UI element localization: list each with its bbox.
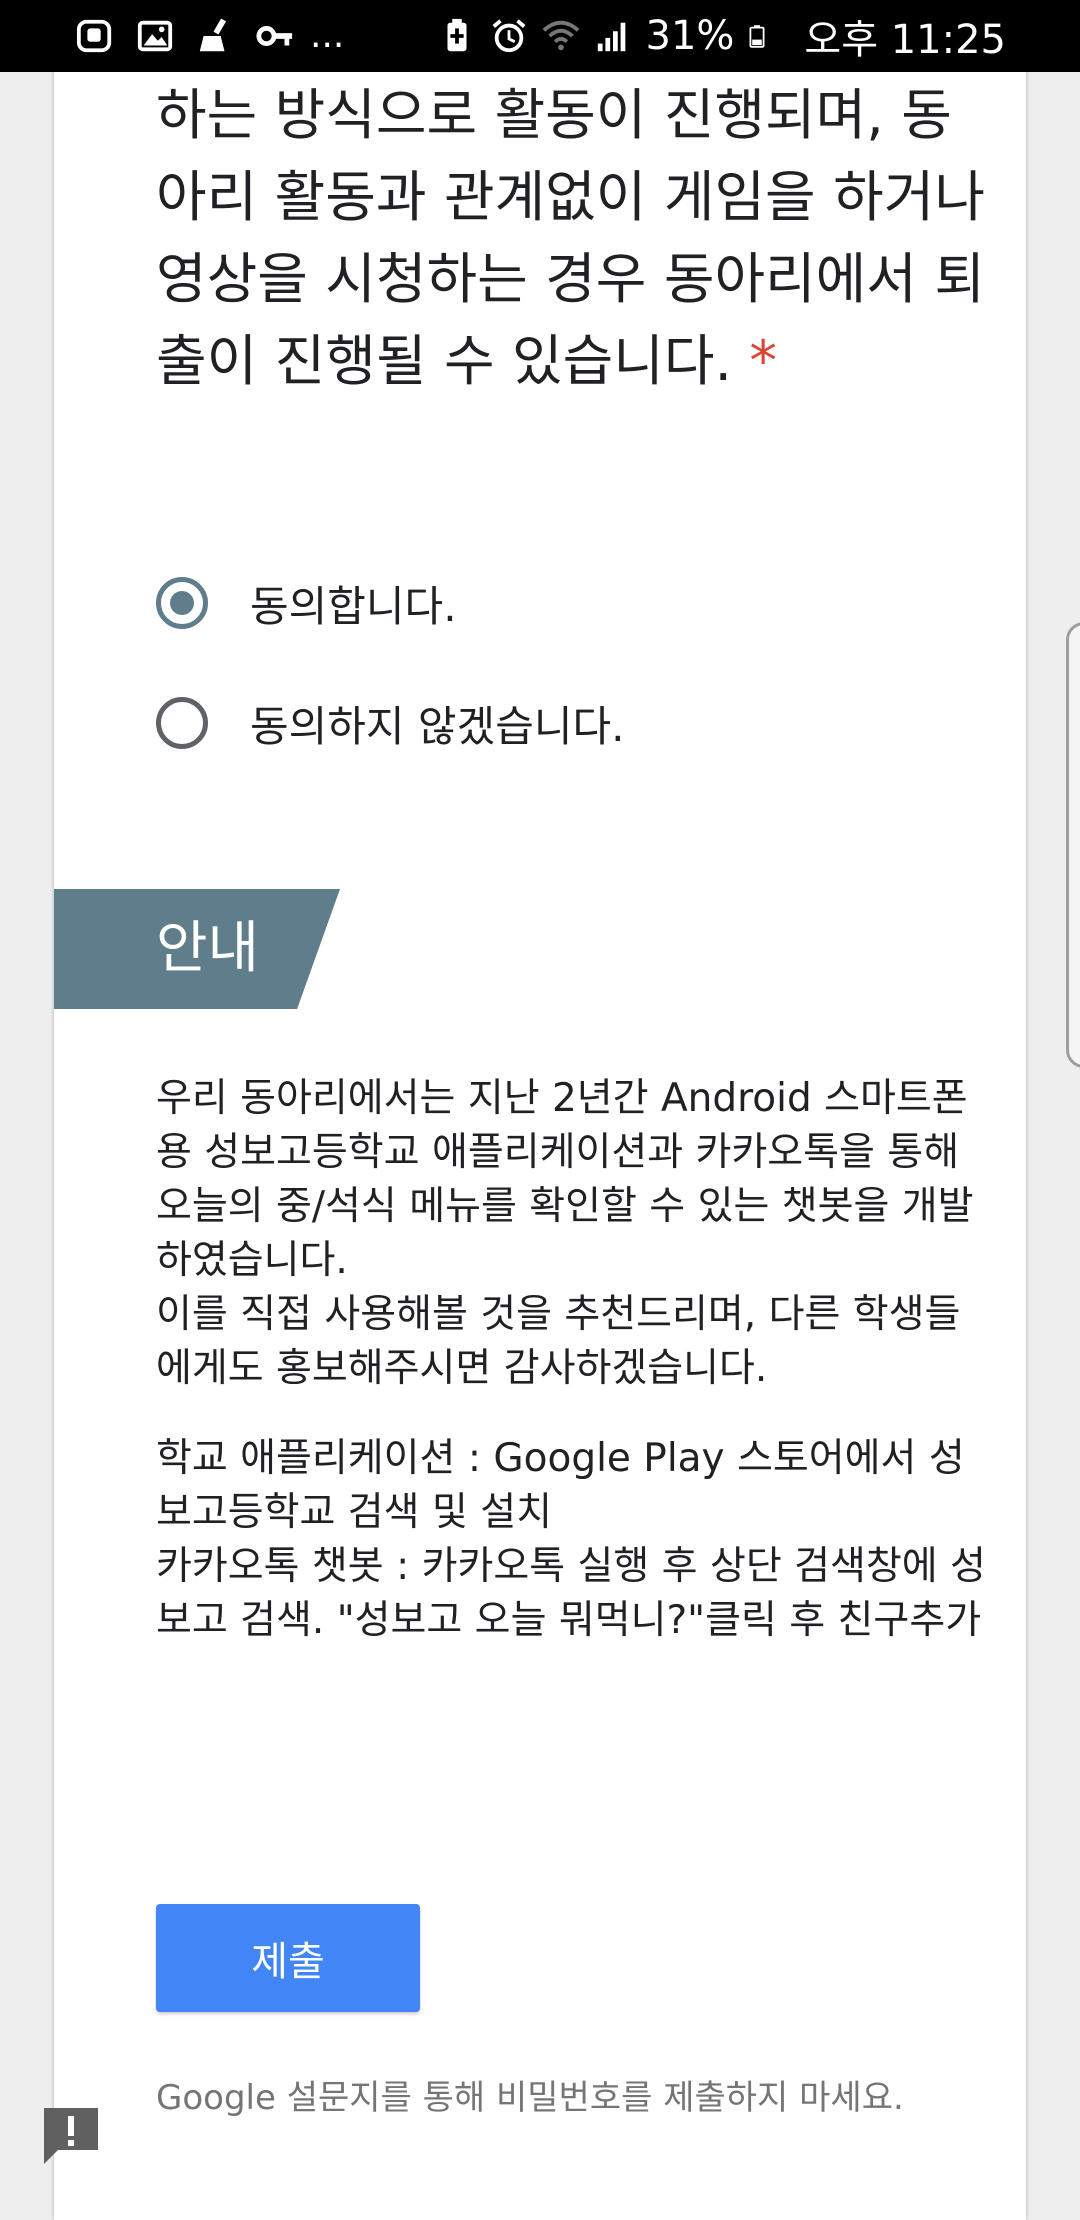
more-notifications: ... bbox=[310, 15, 345, 56]
broom-icon bbox=[199, 18, 227, 52]
question-text: 진이 직접 자기주도적으로 개발/학습 하는 방식으로 활동이 진행되며, 동아… bbox=[156, 42, 986, 522]
battery-icon bbox=[749, 25, 765, 48]
report-icon[interactable] bbox=[40, 2104, 102, 2166]
section-title: 안내 bbox=[156, 916, 260, 981]
radio-disagree[interactable] bbox=[156, 697, 208, 749]
battery-saver-icon bbox=[447, 18, 466, 52]
status-bar-left: ... bbox=[76, 17, 438, 55]
clock: 오후 11:25 bbox=[804, 17, 1006, 63]
description-line: 학교 애플리케이션 : Google Play 스토어에서 성보고등학교 검색 … bbox=[156, 1436, 965, 1535]
description-line: 이를 직접 사용해볼 것을 추천드리며, 다른 학생들에게도 홍보해주시면 감사… bbox=[156, 1292, 961, 1391]
section-description: 우리 동아리에서는 지난 2년간 Android 스마트폰용 성보고등학교 애플… bbox=[156, 1072, 986, 1648]
description-line: 카카오톡 챗봇 : 카카오톡 실행 후 상단 검색창에 성보고 검색. "성보고… bbox=[156, 1544, 986, 1643]
form-card: 진이 직접 자기주도적으로 개발/학습 하는 방식으로 활동이 진행되며, 동아… bbox=[54, 0, 1026, 2220]
question-label: 진이 직접 자기주도적으로 개발/학습 하는 방식으로 활동이 진행되며, 동아… bbox=[156, 42, 986, 393]
image-icon bbox=[137, 20, 173, 52]
option-agree[interactable]: 동의합니다. bbox=[156, 568, 457, 638]
edge-panel-handle[interactable] bbox=[1066, 622, 1080, 1068]
option-disagree-label: 동의하지 않겠습니다. bbox=[250, 701, 625, 751]
key-icon bbox=[256, 26, 293, 46]
battery-percent: 31% bbox=[645, 13, 735, 59]
wifi-icon bbox=[542, 20, 579, 51]
description-line: 우리 동아리에서는 지난 2년간 Android 스마트폰용 성보고등학교 애플… bbox=[156, 1076, 974, 1283]
option-disagree[interactable]: 동의하지 않겠습니다. bbox=[156, 688, 624, 758]
required-asterisk: * bbox=[749, 329, 777, 393]
status-bar-right: 31% 오후 11:25 bbox=[438, 7, 1006, 65]
alarm-icon bbox=[492, 19, 525, 53]
password-warning: Google 설문지를 통해 비밀번호를 제출하지 마세요. bbox=[156, 2078, 904, 2118]
signal-icon bbox=[597, 22, 625, 52]
app-icon bbox=[76, 19, 112, 53]
submit-button[interactable]: 제출 bbox=[156, 1904, 420, 2012]
radio-agree[interactable] bbox=[156, 577, 208, 629]
option-agree-label: 동의합니다. bbox=[250, 581, 457, 631]
status-bar: ... 31% 오후 11:25 bbox=[0, 0, 1080, 72]
